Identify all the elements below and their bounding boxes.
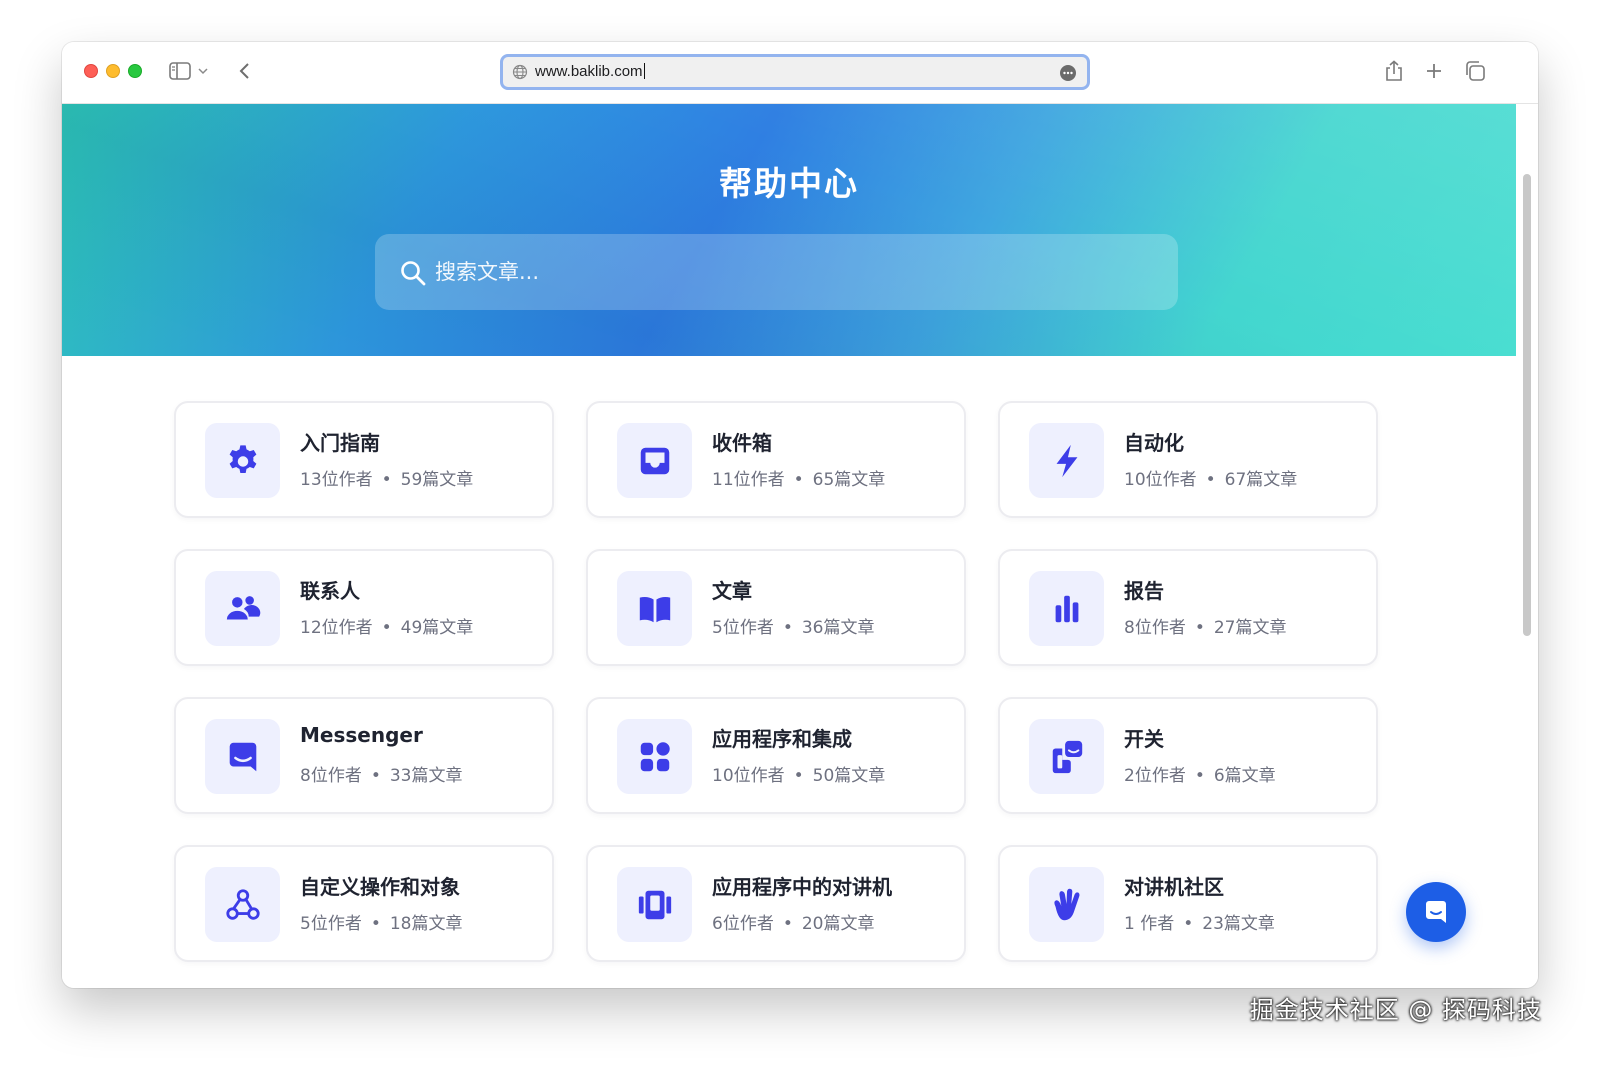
collection-title: 自动化 bbox=[1124, 431, 1184, 455]
minimize-window-button[interactable] bbox=[106, 64, 120, 78]
author-count: 6位作者 bbox=[712, 914, 774, 934]
author-count: 5位作者 bbox=[712, 618, 774, 638]
apps-grid-icon bbox=[617, 719, 692, 794]
gear-icon bbox=[205, 423, 280, 498]
back-icon[interactable] bbox=[232, 59, 256, 83]
collection-meta: 1 作者 • 23篇文章 bbox=[1124, 914, 1275, 934]
address-bar[interactable]: www.baklib.com bbox=[500, 54, 1090, 90]
more-options-icon[interactable] bbox=[1059, 64, 1077, 82]
collection-meta: 6位作者 • 20篇文章 bbox=[712, 914, 875, 934]
sidebar-toggle-icon[interactable] bbox=[168, 59, 192, 83]
collection-card[interactable]: Messenger 8位作者 • 33篇文章 bbox=[174, 697, 554, 814]
article-count: 33篇文章 bbox=[389, 766, 463, 786]
collection-meta: 10位作者 • 67篇文章 bbox=[1124, 470, 1298, 490]
article-count: 23篇文章 bbox=[1202, 914, 1275, 934]
author-count: 8位作者 bbox=[300, 766, 362, 786]
chat-launcher-button[interactable] bbox=[1406, 882, 1466, 942]
collection-title: 收件箱 bbox=[712, 431, 772, 455]
scrollbar[interactable] bbox=[1516, 104, 1538, 988]
switch-icon bbox=[1029, 719, 1104, 794]
wave-hand-icon bbox=[1029, 867, 1104, 942]
article-count: 50篇文章 bbox=[812, 766, 886, 786]
collection-title: 文章 bbox=[712, 579, 752, 603]
page-title: 帮助中心 bbox=[719, 164, 859, 203]
browser-toolbar: www.baklib.com bbox=[62, 42, 1538, 104]
author-count: 12位作者 bbox=[300, 618, 373, 638]
scrollbar-thumb[interactable] bbox=[1523, 174, 1531, 636]
share-icon[interactable] bbox=[1382, 59, 1406, 83]
collection-title: 报告 bbox=[1124, 579, 1164, 603]
author-count: 10位作者 bbox=[712, 766, 785, 786]
collection-title: 开关 bbox=[1124, 727, 1164, 751]
collections-grid: 入门指南 13位作者 • 59篇文章 收件箱 11位作者 • 65篇文章 自动化 10位… bbox=[62, 356, 1516, 988]
collection-title: Messenger bbox=[300, 723, 423, 747]
search-icon bbox=[400, 260, 426, 286]
author-count: 10位作者 bbox=[1124, 470, 1197, 490]
inbox-icon bbox=[617, 423, 692, 498]
collection-meta: 10位作者 • 50篇文章 bbox=[712, 766, 886, 786]
article-count: 20篇文章 bbox=[801, 914, 875, 934]
collection-card[interactable]: 收件箱 11位作者 • 65篇文章 bbox=[586, 401, 966, 518]
collection-card[interactable]: 联系人 12位作者 • 49篇文章 bbox=[174, 549, 554, 666]
collection-card[interactable]: 入门指南 13位作者 • 59篇文章 bbox=[174, 401, 554, 518]
author-count: 8位作者 bbox=[1124, 618, 1186, 638]
collection-title: 应用程序和集成 bbox=[712, 727, 852, 751]
collection-meta: 2位作者 • 6篇文章 bbox=[1124, 766, 1276, 786]
collection-meta: 5位作者 • 36篇文章 bbox=[712, 618, 875, 638]
author-count: 11位作者 bbox=[712, 470, 785, 490]
collection-card[interactable]: 自定义操作和对象 5位作者 • 18篇文章 bbox=[174, 845, 554, 962]
collection-meta: 13位作者 • 59篇文章 bbox=[300, 470, 474, 490]
watermark-text: 掘金技术社区 @ 探码科技 bbox=[1249, 996, 1542, 1024]
collection-title: 入门指南 bbox=[300, 431, 380, 455]
globe-icon bbox=[512, 64, 528, 80]
collection-meta: 12位作者 • 49篇文章 bbox=[300, 618, 474, 638]
collection-card[interactable]: 应用程序中的对讲机 6位作者 • 20篇文章 bbox=[586, 845, 966, 962]
article-count: 18篇文章 bbox=[389, 914, 463, 934]
author-count: 5位作者 bbox=[300, 914, 362, 934]
collection-meta: 5位作者 • 18篇文章 bbox=[300, 914, 463, 934]
article-count: 59篇文章 bbox=[400, 470, 474, 490]
article-count: 36篇文章 bbox=[801, 618, 875, 638]
collection-meta: 8位作者 • 27篇文章 bbox=[1124, 618, 1287, 638]
bar-chart-icon bbox=[1029, 571, 1104, 646]
collection-title: 应用程序中的对讲机 bbox=[712, 875, 892, 899]
author-count: 1 作者 bbox=[1124, 914, 1175, 934]
article-count: 27篇文章 bbox=[1213, 618, 1287, 638]
collection-card[interactable]: 自动化 10位作者 • 67篇文章 bbox=[998, 401, 1378, 518]
messenger-icon bbox=[205, 719, 280, 794]
article-count: 6篇文章 bbox=[1213, 766, 1276, 786]
collection-card[interactable]: 对讲机社区 1 作者 • 23篇文章 bbox=[998, 845, 1378, 962]
collection-card[interactable]: 文章 5位作者 • 36篇文章 bbox=[586, 549, 966, 666]
tab-overview-icon[interactable] bbox=[1463, 59, 1487, 83]
hero-banner: 帮助中心 bbox=[62, 104, 1516, 356]
collection-meta: 11位作者 • 65篇文章 bbox=[712, 470, 886, 490]
author-count: 13位作者 bbox=[300, 470, 373, 490]
collection-title: 自定义操作和对象 bbox=[300, 875, 460, 899]
search-input[interactable] bbox=[435, 252, 1135, 292]
webhook-icon bbox=[205, 867, 280, 942]
collection-card[interactable]: 报告 8位作者 • 27篇文章 bbox=[998, 549, 1378, 666]
new-tab-icon[interactable] bbox=[1422, 59, 1446, 83]
collection-title: 联系人 bbox=[300, 579, 360, 603]
url-text[interactable]: www.baklib.com bbox=[535, 63, 645, 81]
collection-card[interactable]: 开关 2位作者 • 6篇文章 bbox=[998, 697, 1378, 814]
zoom-window-button[interactable] bbox=[128, 64, 142, 78]
chevron-down-icon[interactable] bbox=[196, 59, 210, 83]
collection-meta: 8位作者 • 33篇文章 bbox=[300, 766, 463, 786]
collection-card[interactable]: 应用程序和集成 10位作者 • 50篇文章 bbox=[586, 697, 966, 814]
article-count: 65篇文章 bbox=[812, 470, 886, 490]
chat-icon bbox=[1426, 901, 1446, 923]
close-window-button[interactable] bbox=[84, 64, 98, 78]
browser-window: www.baklib.com 帮助中心 搜索文章... 入门指南 13位作者 •… bbox=[62, 42, 1538, 988]
search-bar[interactable] bbox=[375, 234, 1178, 310]
article-count: 67篇文章 bbox=[1224, 470, 1298, 490]
carousel-icon bbox=[617, 867, 692, 942]
article-count: 49篇文章 bbox=[400, 618, 474, 638]
collection-title: 对讲机社区 bbox=[1124, 875, 1224, 899]
lightning-icon bbox=[1029, 423, 1104, 498]
people-icon bbox=[205, 571, 280, 646]
author-count: 2位作者 bbox=[1124, 766, 1186, 786]
book-icon bbox=[617, 571, 692, 646]
